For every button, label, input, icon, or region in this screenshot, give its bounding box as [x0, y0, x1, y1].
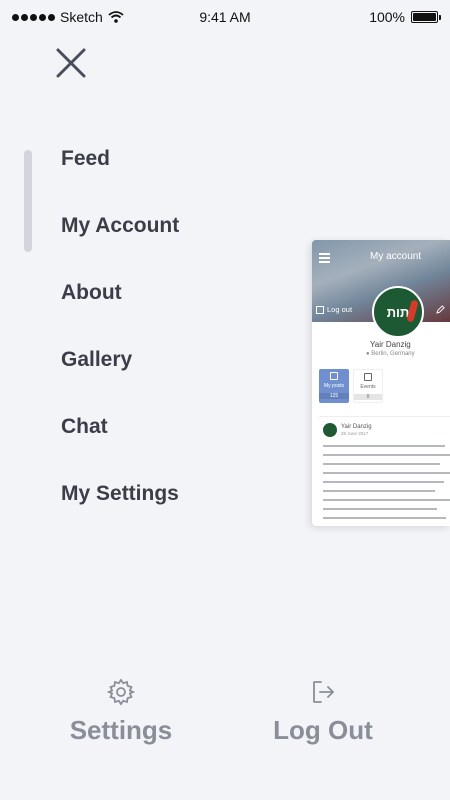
carrier-label: Sketch [60, 9, 103, 25]
preview-stats: My posts 125 Events 0 [319, 369, 383, 403]
edit-icon [436, 305, 445, 314]
avatar [323, 423, 337, 437]
settings-button[interactable]: Settings [62, 678, 180, 746]
status-bar: Sketch 9:41 AM 100% [0, 0, 450, 34]
menu-item-feed[interactable]: Feed [61, 140, 179, 207]
screen-preview[interactable]: My account Log out תות Yair Danzig ● Ber… [312, 240, 450, 526]
send-icon [330, 372, 338, 380]
post-text-lines [323, 445, 450, 526]
hamburger-icon [319, 253, 330, 265]
preview-post: Yair Danzig 28 June 2017 [319, 416, 450, 526]
preview-title: My account [370, 251, 422, 262]
calendar-icon [364, 373, 372, 381]
preview-logout: Log out [316, 305, 352, 314]
preview-avatar: תות [372, 286, 424, 338]
stat-my-posts: My posts 125 [319, 369, 349, 403]
menu-item-my-account[interactable]: My Account [61, 207, 179, 274]
logout-button[interactable]: Log Out [262, 678, 384, 746]
logout-icon [313, 681, 334, 703]
signal-icon [12, 13, 55, 21]
close-icon [56, 48, 86, 78]
status-right: 100% [369, 9, 441, 25]
battery-icon [411, 11, 441, 23]
post-author: Yair Danzig [341, 424, 372, 430]
status-left: Sketch [12, 9, 124, 25]
gear-icon [107, 678, 135, 706]
post-date: 28 June 2017 [341, 431, 369, 436]
battery-label: 100% [369, 9, 405, 25]
logout-icon [316, 305, 324, 314]
close-button[interactable] [50, 42, 92, 84]
preview-name: Yair Danzig [370, 340, 411, 349]
wifi-icon [108, 11, 124, 23]
menu-item-gallery[interactable]: Gallery [61, 341, 179, 408]
settings-label: Settings [69, 715, 173, 745]
preview-location: ● Berlin, Germany [366, 351, 415, 357]
stat-events: Events 0 [353, 369, 383, 403]
side-menu: Feed My Account About Gallery Chat My Se… [61, 140, 179, 542]
logout-label: Log Out [273, 715, 373, 745]
menu-item-chat[interactable]: Chat [61, 408, 179, 475]
chili-icon [406, 299, 419, 323]
scroll-indicator[interactable] [24, 150, 32, 252]
menu-item-about[interactable]: About [61, 274, 179, 341]
menu-item-my-settings[interactable]: My Settings [61, 475, 179, 542]
